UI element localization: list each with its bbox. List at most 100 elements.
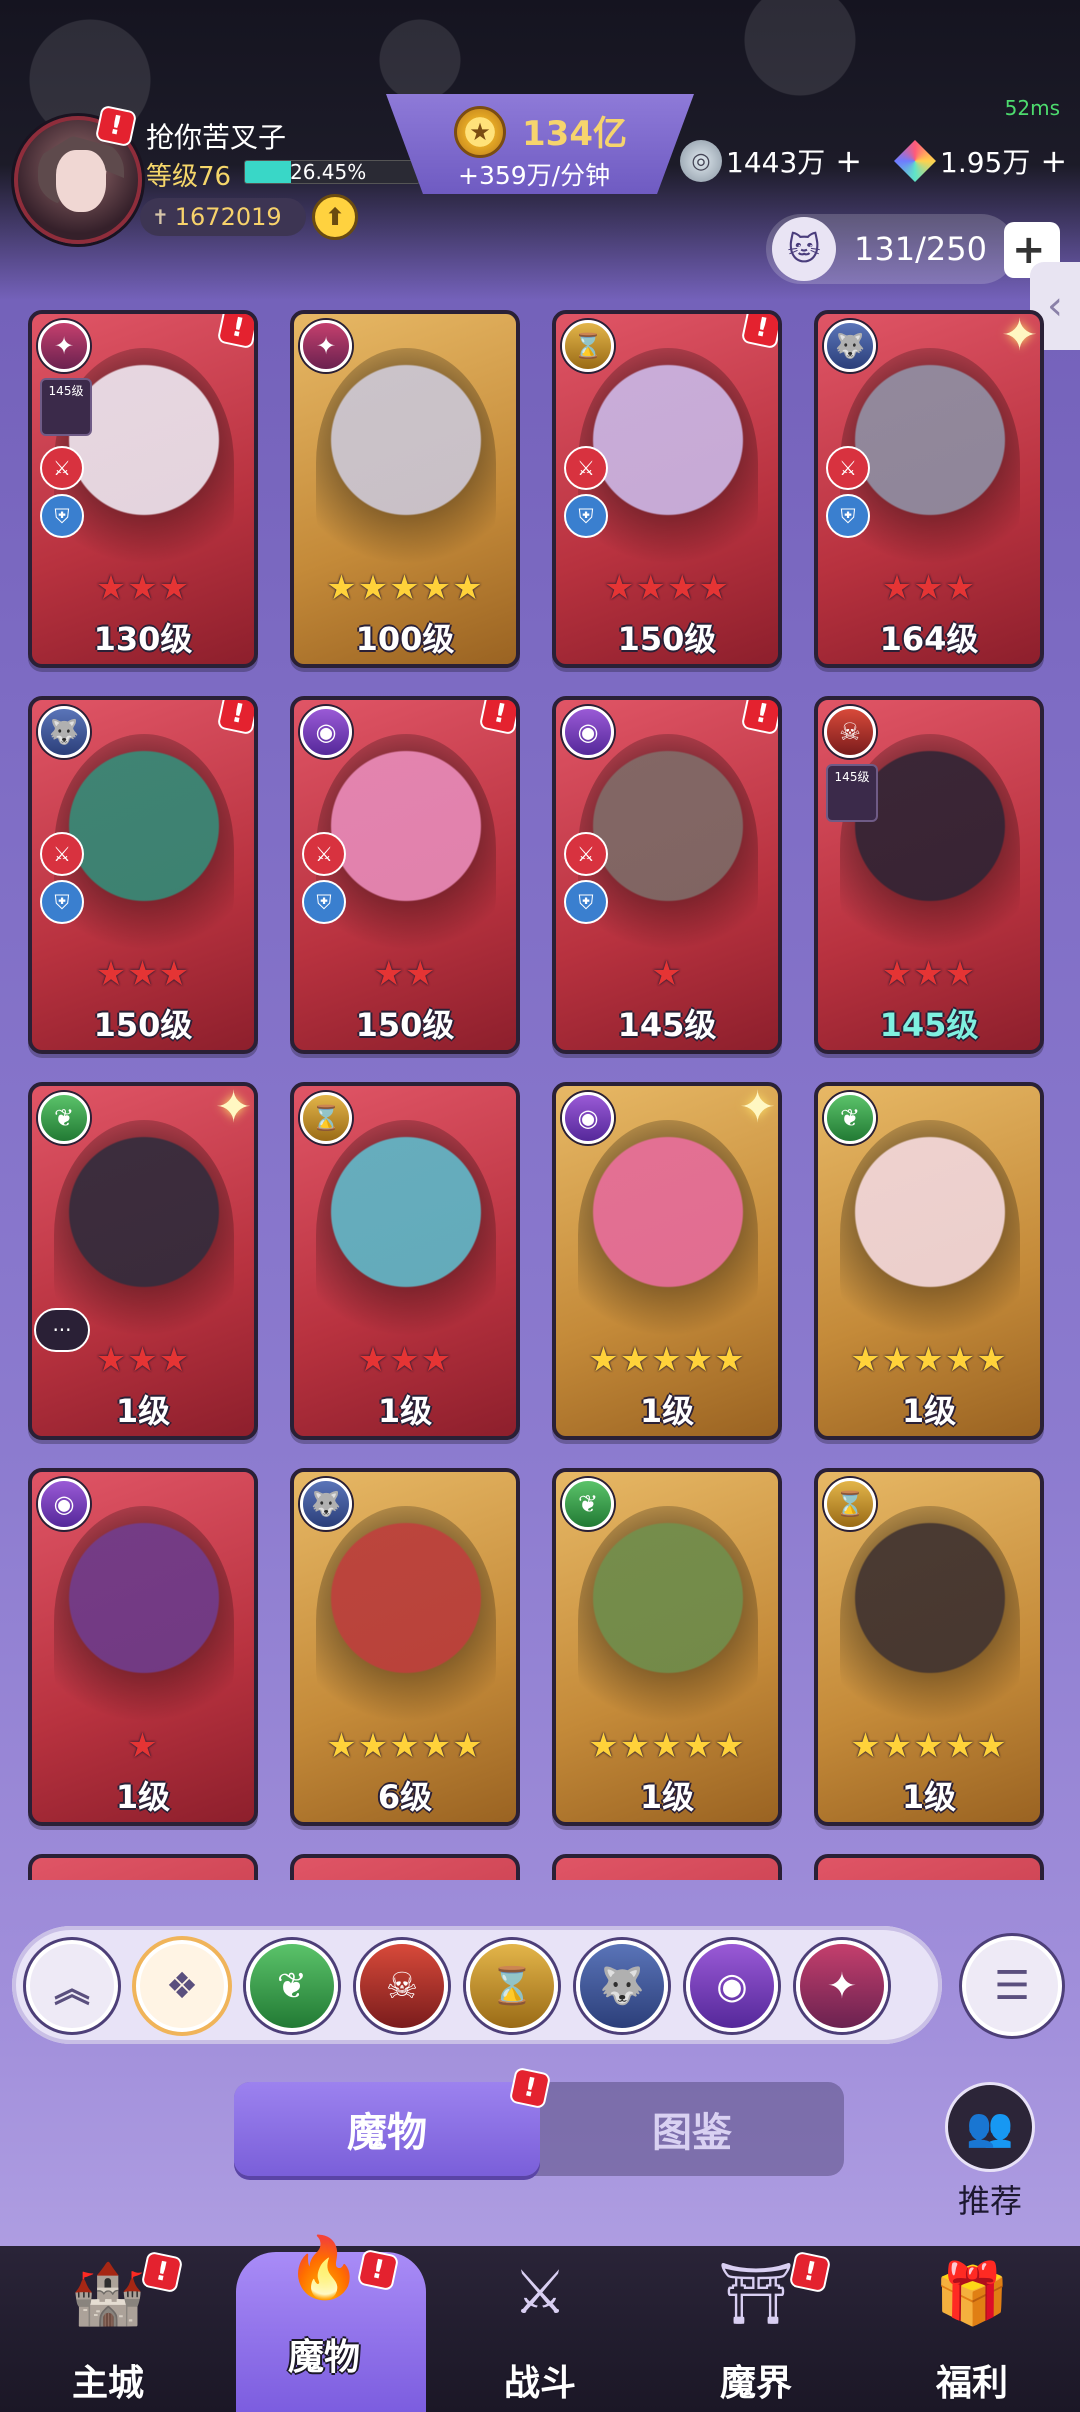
monster-portrait: [54, 1506, 234, 1736]
attack-skill-icon: ⚔: [40, 446, 84, 490]
gold-rate: +359万/分钟: [458, 161, 611, 190]
star-rating: ★★★: [95, 568, 191, 608]
coin-icon: ★: [454, 106, 506, 158]
wolf-faction-icon: 🐺: [824, 320, 876, 372]
monster-level: 1级: [115, 1392, 171, 1430]
player-name: 抢你苦叉子: [146, 121, 287, 154]
filter-skull-button[interactable]: ☠: [356, 1940, 448, 2032]
tab-monsters[interactable]: 魔物: [234, 2082, 540, 2176]
nav-item-0[interactable]: 🏰 主城!: [8, 2238, 208, 2412]
player-level: 等级76: [146, 162, 232, 192]
monster-card[interactable]: ⌛ ⚔ ⛨ ★★★★ 150级!: [552, 310, 782, 668]
sort-button[interactable]: ☰: [962, 1936, 1062, 2036]
nav-item-1[interactable]: 🔥 魔物!: [224, 2212, 426, 2412]
monster-card[interactable]: ❦ ★★★★★ 1级: [552, 1468, 782, 1826]
attack-skill-icon: ⚔: [564, 446, 608, 490]
arrow-up-icon: ⬆: [324, 203, 346, 231]
gem-resource[interactable]: ◆ 1.95万 +: [894, 138, 1067, 184]
monster-card[interactable]: [814, 1854, 1044, 1880]
filter-leaf-button[interactable]: ❦: [246, 1940, 338, 2032]
wolf-faction-icon: 🐺: [599, 1966, 645, 2007]
monster-portrait: [840, 1120, 1020, 1350]
monster-level: 1级: [639, 1778, 695, 1816]
monster-card[interactable]: ✦ ★★★★★ 100级: [290, 310, 520, 668]
combat-power[interactable]: ✝ 1672019: [140, 198, 306, 236]
monster-card[interactable]: [290, 1854, 520, 1880]
double-chevron-up-icon: ︽: [53, 1969, 90, 2010]
monster-level: 150级: [617, 620, 717, 658]
filter-swirl-button[interactable]: ✦: [796, 1940, 888, 2032]
nav-label: 魔界: [719, 2363, 792, 2404]
monster-card[interactable]: 🐺 ★★★★★ 6级: [290, 1468, 520, 1826]
monster-level: 1级: [115, 1778, 171, 1816]
swirl-faction-icon: ✦: [300, 320, 352, 372]
sword-icon: ✝: [152, 205, 169, 229]
filter-wolf-button[interactable]: 🐺: [576, 1940, 668, 2032]
monster-level: 150级: [93, 1006, 193, 1044]
wolf-faction-icon: 🐺: [300, 1478, 352, 1530]
star-rating: ★: [651, 954, 683, 994]
filter-hourglass-button[interactable]: ⌛: [466, 1940, 558, 2032]
monster-card[interactable]: ◉ ⚔ ⛨ ★ 145级!: [552, 696, 782, 1054]
star-rating: ★★★★★: [588, 1340, 746, 1380]
monster-portrait: [578, 1120, 758, 1350]
gem-amount: 1.95万: [940, 146, 1031, 179]
leaf-faction-icon: ❦: [824, 1092, 876, 1144]
monster-card[interactable]: ⌛ ★★★ 1级: [290, 1082, 520, 1440]
portal-icon: ⛩: [717, 2258, 795, 2329]
castle-icon: 🏰: [70, 2258, 146, 2329]
monster-capacity[interactable]: 🐱 131/250: [766, 214, 1016, 284]
monster-level: 130级: [93, 620, 193, 658]
nav-notice-icon: !: [356, 2248, 400, 2292]
cat-silhouette-icon: 🐱: [772, 217, 836, 281]
add-silver-button[interactable]: +: [835, 142, 862, 180]
leaf-faction-icon: ❦: [562, 1478, 614, 1530]
linked-monster-badge: 145级: [826, 764, 878, 822]
monster-level: 145级: [879, 1006, 979, 1044]
add-gem-button[interactable]: +: [1040, 142, 1067, 180]
hourglass-faction-icon: ⌛: [824, 1478, 876, 1530]
monster-card[interactable]: 🐺 ⚔ ⛨ ★★★ 150级!: [28, 696, 258, 1054]
wolf-faction-icon: 🐺: [38, 706, 90, 758]
star-rating: ★★★: [95, 954, 191, 994]
monster-card[interactable]: ❦ ★★★★★ 1级: [814, 1082, 1044, 1440]
silver-resource[interactable]: ◎ 1443万 +: [680, 138, 862, 184]
nav-label: 战斗: [503, 2363, 576, 2404]
filter-all-button[interactable]: ❖: [136, 1940, 228, 2032]
sword-shield-icon: ⚔: [513, 2258, 567, 2328]
skull-faction-icon: ☠: [385, 1965, 419, 2007]
hourglass-faction-icon: ⌛: [300, 1092, 352, 1144]
nav-item-2[interactable]: ⚔ 战斗: [440, 2238, 640, 2412]
monster-card[interactable]: [552, 1854, 782, 1880]
nav-label: 魔物: [287, 2337, 360, 2378]
monster-card[interactable]: ❦ ··· ★★★ 1级 ✦: [28, 1082, 258, 1440]
team-icon: 👥: [945, 2082, 1035, 2172]
nav-item-3[interactable]: ⛩ 魔界!: [656, 2238, 856, 2412]
monster-card[interactable]: ✦ ⚔ ⛨ 145级 ★★★ 130级!: [28, 310, 258, 668]
silver-coin-icon: ◎: [680, 140, 722, 182]
monster-card[interactable]: ⌛ ★★★★★ 1级: [814, 1468, 1044, 1826]
star-rating: ★★★★★: [326, 568, 484, 608]
monster-level: 145级: [617, 1006, 717, 1044]
combat-power-value: 1672019: [174, 203, 282, 231]
filter-collapse-button[interactable]: ︽: [26, 1940, 118, 2032]
monster-card[interactable]: [28, 1854, 258, 1880]
avatar-notice-icon: !: [94, 104, 138, 148]
recommend-button[interactable]: 👥 推荐: [940, 2082, 1040, 2222]
monster-card[interactable]: 🐺 ⚔ ⛨ ★★★ 164级 ✦: [814, 310, 1044, 668]
monster-card[interactable]: ◉ ★ 1级: [28, 1468, 258, 1826]
monster-portrait: [316, 348, 496, 578]
capacity-value: 131/250: [854, 230, 987, 268]
prism-gem-icon: ◆: [894, 140, 936, 182]
filter-eye-button[interactable]: ◉: [686, 1940, 778, 2032]
shield-skill-icon: ⛨: [302, 880, 346, 924]
monster-card[interactable]: ☠ 145级 ★★★ 145级: [814, 696, 1044, 1054]
star-rating: ★★★★★: [588, 1726, 746, 1766]
monster-card[interactable]: ◉ ⚔ ⛨ ★★ 150级!: [290, 696, 520, 1054]
tab-codex[interactable]: 图鉴: [540, 2082, 844, 2176]
power-up-button[interactable]: ⬆: [312, 194, 358, 240]
nav-item-4[interactable]: 🎁 福利: [872, 2238, 1072, 2412]
star-rating: ★★★: [95, 1340, 191, 1380]
monster-card[interactable]: ◉ ★★★★★ 1级 ✦: [552, 1082, 782, 1440]
monster-level: 100级: [355, 620, 455, 658]
